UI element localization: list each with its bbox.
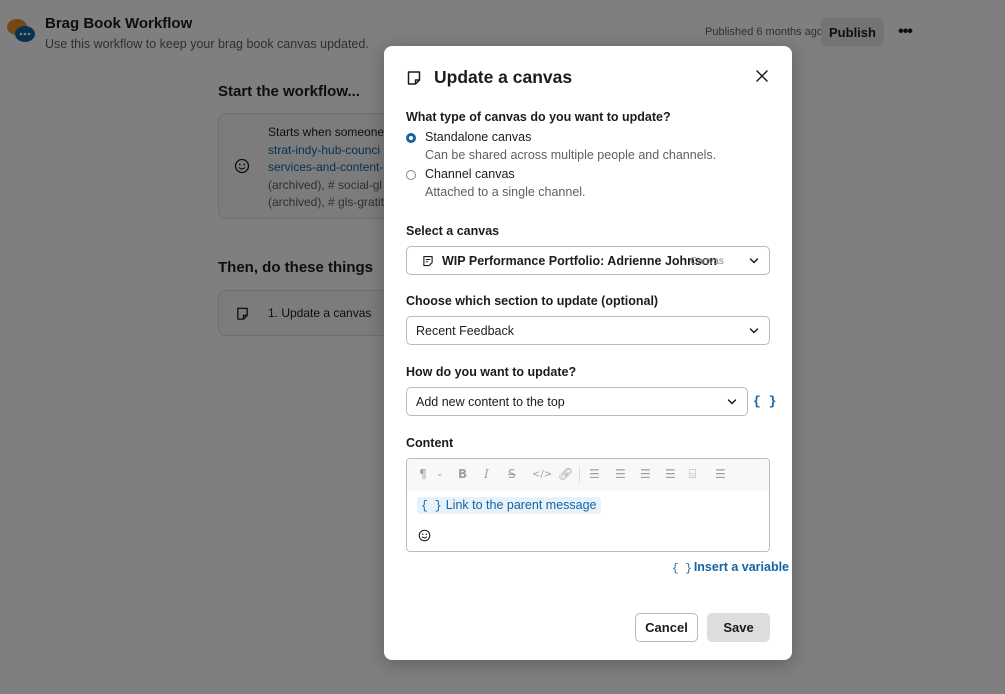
radio-title: Standalone canvas (425, 130, 532, 144)
section-select-value: Recent Feedback (416, 324, 514, 338)
variable-brace-icon: { } (672, 563, 692, 575)
chevron-down-icon (727, 399, 737, 405)
content-label: Content (406, 436, 454, 450)
section-label: Choose which section to update (optional… (406, 294, 659, 308)
select-canvas-label: Select a canvas (406, 224, 500, 238)
radio-button[interactable] (406, 170, 416, 180)
blockquote-icon[interactable]: ☰ (665, 467, 676, 481)
section-select[interactable]: Recent Feedback (406, 316, 770, 345)
variable-chip[interactable]: { } Link to the parent message (417, 497, 601, 514)
chevron-down-icon[interactable]: ⌄ (436, 469, 444, 479)
radio-button-checked[interactable] (406, 133, 416, 143)
numbered-list-icon[interactable]: ☰ (589, 467, 600, 481)
radio-title: Channel canvas (425, 167, 515, 181)
code-icon[interactable]: </> (532, 469, 552, 480)
radio-standalone-canvas[interactable]: Standalone canvas Can be shared across m… (406, 130, 766, 166)
how-label: How do you want to update? (406, 365, 577, 379)
variable-brace-icon: { } (421, 500, 442, 513)
update-method-select[interactable]: Add new content to the top (406, 387, 748, 416)
update-method-value: Add new content to the top (416, 395, 565, 409)
insert-variable-link[interactable]: { } Insert a variable (672, 560, 789, 575)
save-button[interactable]: Save (707, 613, 770, 642)
variable-button[interactable]: { } (753, 394, 776, 409)
link-icon[interactable]: 🔗︎ (558, 467, 573, 481)
italic-icon[interactable]: I (484, 467, 489, 481)
content-editor[interactable]: ¶ ⌄ B I S </> 🔗︎ ☰ ☰ ☰ ☰ ⌸ ☰ { } Link to … (406, 458, 770, 552)
bulleted-list-icon[interactable]: ☰ (615, 467, 626, 481)
emoji-icon[interactable] (418, 529, 431, 542)
strikethrough-icon[interactable]: S (508, 467, 516, 481)
code-block-icon[interactable]: ⌸ (689, 467, 696, 482)
radio-description: Can be shared across multiple people and… (425, 148, 717, 162)
bold-icon[interactable]: B (458, 467, 467, 481)
divider-icon[interactable]: ☰ (715, 467, 726, 481)
insert-variable-label: Insert a variable (693, 560, 790, 574)
checklist-icon[interactable]: ☰ (640, 467, 651, 481)
update-canvas-modal: Update a canvas What type of canvas do y… (384, 46, 792, 660)
chevron-down-icon (749, 258, 759, 264)
chevron-down-icon (749, 328, 759, 334)
radio-description: Attached to a single channel. (425, 185, 586, 199)
cancel-button[interactable]: Cancel (635, 613, 698, 642)
toolbar-divider (579, 467, 580, 483)
radio-channel-canvas[interactable]: Channel canvas Attached to a single chan… (406, 167, 766, 203)
canvas-type-label: What type of canvas do you want to updat… (406, 110, 671, 124)
canvas-tag: Canvas (690, 256, 724, 267)
formatting-toolbar: ¶ ⌄ B I S </> 🔗︎ ☰ ☰ ☰ ☰ ⌸ ☰ (407, 459, 769, 491)
selected-canvas-name: WIP Performance Portfolio: Adrienne John… (442, 254, 718, 268)
paragraph-icon[interactable]: ¶ (419, 467, 427, 481)
close-icon[interactable] (752, 66, 772, 86)
variable-chip-label: Link to the parent message (445, 498, 597, 512)
modal-title: Update a canvas (434, 67, 573, 87)
canvas-icon (423, 255, 433, 267)
canvas-select[interactable]: WIP Performance Portfolio: Adrienne John… (406, 246, 770, 275)
canvas-icon (407, 71, 421, 85)
